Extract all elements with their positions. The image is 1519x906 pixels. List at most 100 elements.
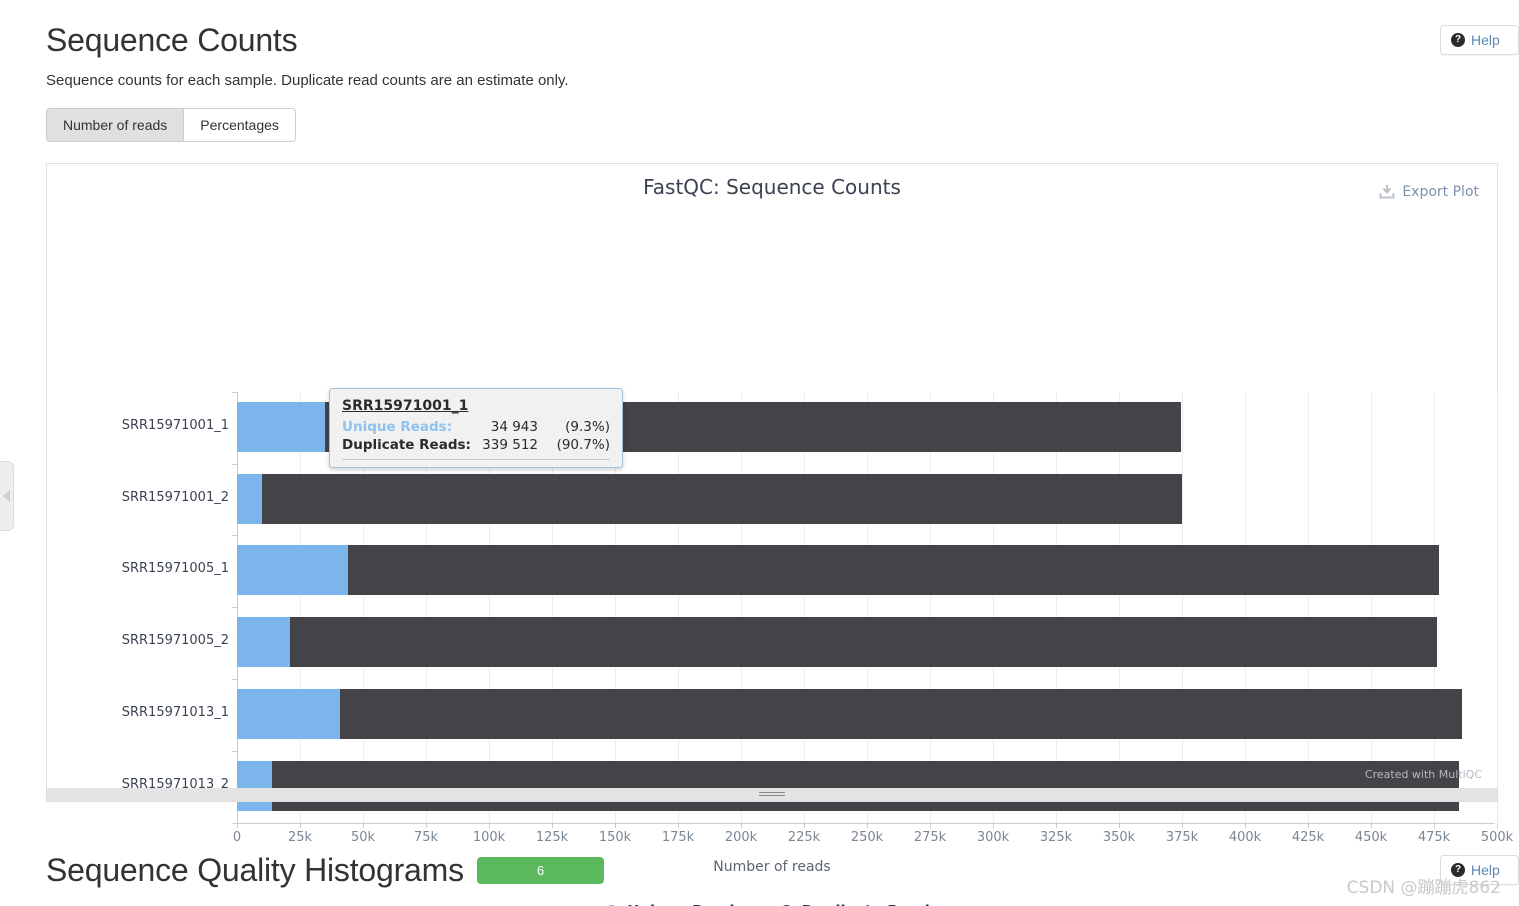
bar-segment[interactable] — [237, 617, 290, 668]
bar-segment[interactable] — [237, 760, 273, 811]
gridline — [1497, 392, 1498, 823]
plot-resize-handle[interactable] — [46, 788, 1498, 802]
x-axis-tick — [1056, 823, 1057, 828]
x-axis-tick-label: 25k — [287, 830, 313, 845]
x-axis-tick-label: 175k — [661, 830, 695, 845]
x-axis-tick — [678, 823, 679, 828]
tooltip-divider — [342, 459, 610, 460]
x-axis-tick-label: 475k — [1417, 830, 1451, 845]
tooltip-unique-percent: (9.3%) — [565, 419, 610, 435]
legend-item[interactable]: Unique Reads — [605, 902, 744, 906]
tab-percentages[interactable]: Percentages — [184, 109, 295, 141]
bar-segment[interactable] — [237, 473, 263, 524]
y-axis-category-label: SRR15971001_1 — [121, 418, 229, 433]
y-axis-category-label: SRR15971005_2 — [121, 633, 229, 649]
x-axis-tick-label: 300k — [976, 830, 1010, 845]
y-axis-tick — [232, 678, 237, 680]
x-axis-tick — [1497, 823, 1498, 828]
x-axis-tick — [1182, 823, 1183, 828]
x-axis-tick-label: 100k — [472, 830, 506, 845]
tooltip-duplicate-percent: (90.7%) — [556, 437, 610, 453]
gridline — [741, 392, 742, 823]
gridline — [1119, 392, 1120, 823]
x-axis-tick-label: 200k — [724, 830, 758, 845]
legend-item[interactable]: Duplicate Reads — [779, 902, 939, 906]
gridline — [1056, 392, 1057, 823]
gridline — [930, 392, 931, 823]
tooltip-table: Unique Reads: 34 943 (9.3%) Duplicate Re… — [342, 418, 610, 454]
x-axis-tick-label: 0 — [232, 830, 242, 845]
tab-number-of-reads[interactable]: Number of reads — [47, 109, 185, 141]
plot-legend: Unique Reads Duplicate Reads — [47, 902, 1497, 906]
x-axis-tick-label: 125k — [535, 830, 569, 845]
sequence-quality-histograms-title: Sequence Quality Histograms — [46, 852, 464, 888]
help-button-top[interactable]: Help — [1440, 25, 1519, 55]
x-axis-tick — [426, 823, 427, 828]
y-axis-tick — [232, 463, 237, 465]
x-axis-tick — [1434, 823, 1435, 828]
legend-label: Duplicate Reads — [802, 902, 939, 906]
x-axis-tick — [552, 823, 553, 828]
x-axis-tick — [1371, 823, 1372, 828]
x-axis-tick — [1119, 823, 1120, 828]
gridline — [993, 392, 994, 823]
grip-icon — [759, 791, 785, 798]
x-axis-tick-label: 275k — [913, 830, 947, 845]
tooltip-duplicate-label: Duplicate Reads: — [342, 437, 471, 453]
bar-segment[interactable] — [237, 402, 326, 452]
bar-segment[interactable] — [289, 617, 1437, 668]
x-axis-tick-label: 425k — [1291, 830, 1325, 845]
gridline — [867, 392, 868, 823]
bar-segment[interactable] — [340, 688, 1462, 739]
bar-segment[interactable] — [262, 473, 1182, 524]
bar-segment[interactable] — [272, 760, 1460, 811]
tooltip-unique-label: Unique Reads: — [342, 419, 453, 435]
bar-tooltip: SRR15971001_1 Unique Reads: 34 943 (9.3%… — [329, 388, 623, 468]
status-badge: 6 — [477, 857, 604, 884]
sequence-counts-plot-panel: FastQC: Sequence Counts Export Plot 0 25k… — [46, 163, 1513, 906]
gridline — [1182, 392, 1183, 823]
x-axis-tick — [615, 823, 616, 828]
x-axis-tick-label: 350k — [1102, 830, 1136, 845]
x-axis-tick-label: 450k — [1354, 830, 1388, 845]
question-circle-icon — [1451, 33, 1465, 47]
y-axis-tick — [232, 823, 237, 824]
y-axis-tick — [232, 750, 237, 752]
page-description: Sequence counts for each sample. Duplica… — [46, 72, 569, 89]
x-axis-tick — [867, 823, 868, 828]
x-axis-tick-label: 400k — [1228, 830, 1262, 845]
x-axis-tick — [993, 823, 994, 828]
gridline — [300, 392, 301, 823]
x-axis-tick-label: 150k — [598, 830, 632, 845]
gridline — [1371, 392, 1372, 823]
gridline — [678, 392, 679, 823]
tooltip-row-duplicate: Duplicate Reads: 339 512 (90.7%) — [342, 436, 610, 454]
tooltip-row-unique: Unique Reads: 34 943 (9.3%) — [342, 418, 610, 436]
plot-canvas[interactable]: 0 25k 50k 75k 100k 125k 150k 175k 200k 225k 250k 27… — [47, 164, 1513, 845]
sidebar-collapse-toggle[interactable] — [0, 461, 14, 531]
y-axis-category-label: SRR15971005_1 — [121, 561, 229, 577]
x-axis-tick-label: 500k — [1480, 830, 1514, 845]
x-axis-tick-label: 75k — [413, 830, 439, 845]
bar-segment[interactable] — [237, 688, 341, 739]
gridline — [1308, 392, 1309, 823]
x-axis-tick-label: 250k — [850, 830, 884, 845]
app-page: Help Sequence Counts Sequence counts for… — [0, 0, 1519, 906]
y-axis-tick — [232, 535, 237, 537]
plot-credit: Created with MultiQC — [1364, 768, 1482, 781]
page-title: Sequence Counts — [46, 22, 298, 58]
x-axis-tick-label: 325k — [1039, 830, 1073, 845]
x-axis-tick-label: 225k — [787, 830, 821, 845]
plot-mode-toggle-group: Number of reads Percentages — [46, 108, 296, 142]
x-axis-tick — [1245, 823, 1246, 828]
x-axis-tick — [1308, 823, 1309, 828]
gridline — [1434, 392, 1435, 823]
y-axis-category-label: SRR15971001_2 — [121, 489, 229, 505]
y-axis-line — [237, 392, 238, 823]
bar-segment[interactable] — [237, 545, 348, 596]
legend-label: Unique Reads — [627, 902, 743, 906]
x-axis-tick-label: 50k — [350, 830, 376, 845]
x-axis-tick — [741, 823, 742, 828]
help-button-label: Help — [1471, 32, 1500, 48]
bar-segment[interactable] — [347, 545, 1440, 596]
